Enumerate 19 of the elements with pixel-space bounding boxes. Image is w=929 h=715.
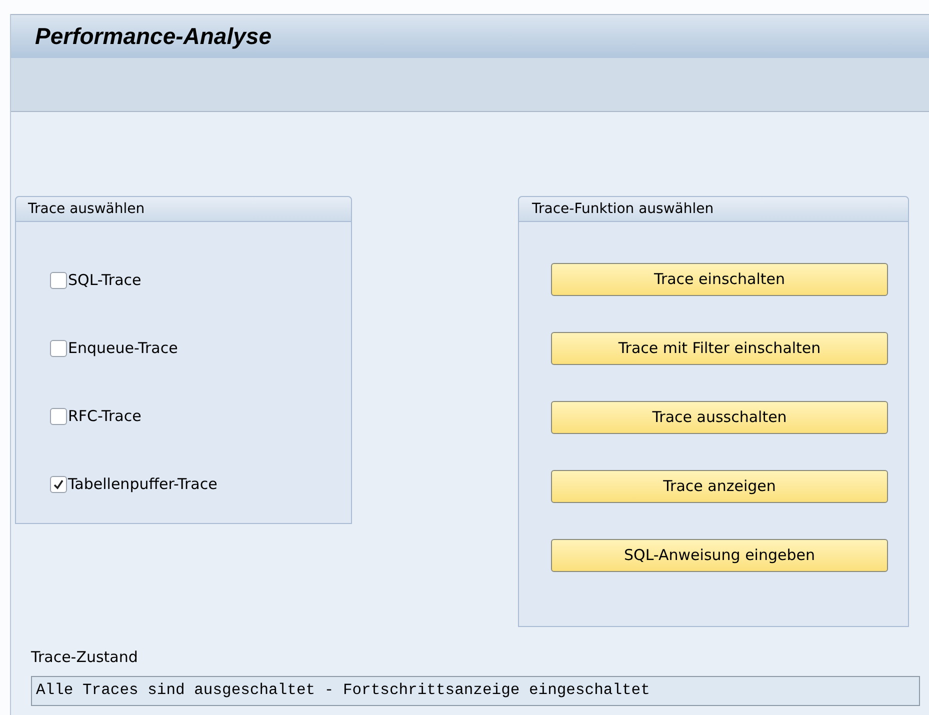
checkbox-option[interactable]: Enqueue-Trace bbox=[50, 337, 351, 359]
action-button[interactable]: Trace mit Filter einschalten bbox=[551, 332, 888, 365]
group-title: Trace-Funktion auswählen bbox=[519, 197, 908, 222]
checkbox-option[interactable]: SQL-Trace bbox=[50, 269, 351, 291]
checkbox[interactable] bbox=[50, 340, 67, 356]
action-button[interactable]: Trace ausschalten bbox=[551, 401, 888, 434]
field-label: Trace-Zustand bbox=[31, 647, 138, 668]
checkbox[interactable] bbox=[50, 476, 67, 492]
window-title: Performance-Analyse bbox=[35, 22, 272, 52]
action-button[interactable]: Trace anzeigen bbox=[551, 470, 888, 503]
group-title: Trace auswählen bbox=[16, 197, 351, 222]
status-field: Alle Traces sind ausgeschaltet - Fortschrittsanzeige eingeschaltet bbox=[31, 676, 920, 706]
action-button[interactable]: SQL-Anweisung eingeben bbox=[551, 539, 888, 572]
checkbox[interactable] bbox=[50, 272, 67, 288]
checkbox-option[interactable]: RFC-Trace bbox=[50, 405, 351, 427]
checkbox[interactable] bbox=[50, 408, 67, 424]
check-icon bbox=[53, 478, 64, 490]
action-button[interactable]: Trace einschalten bbox=[551, 263, 888, 296]
checkbox-option[interactable]: Tabellenpuffer-Trace bbox=[50, 473, 351, 495]
